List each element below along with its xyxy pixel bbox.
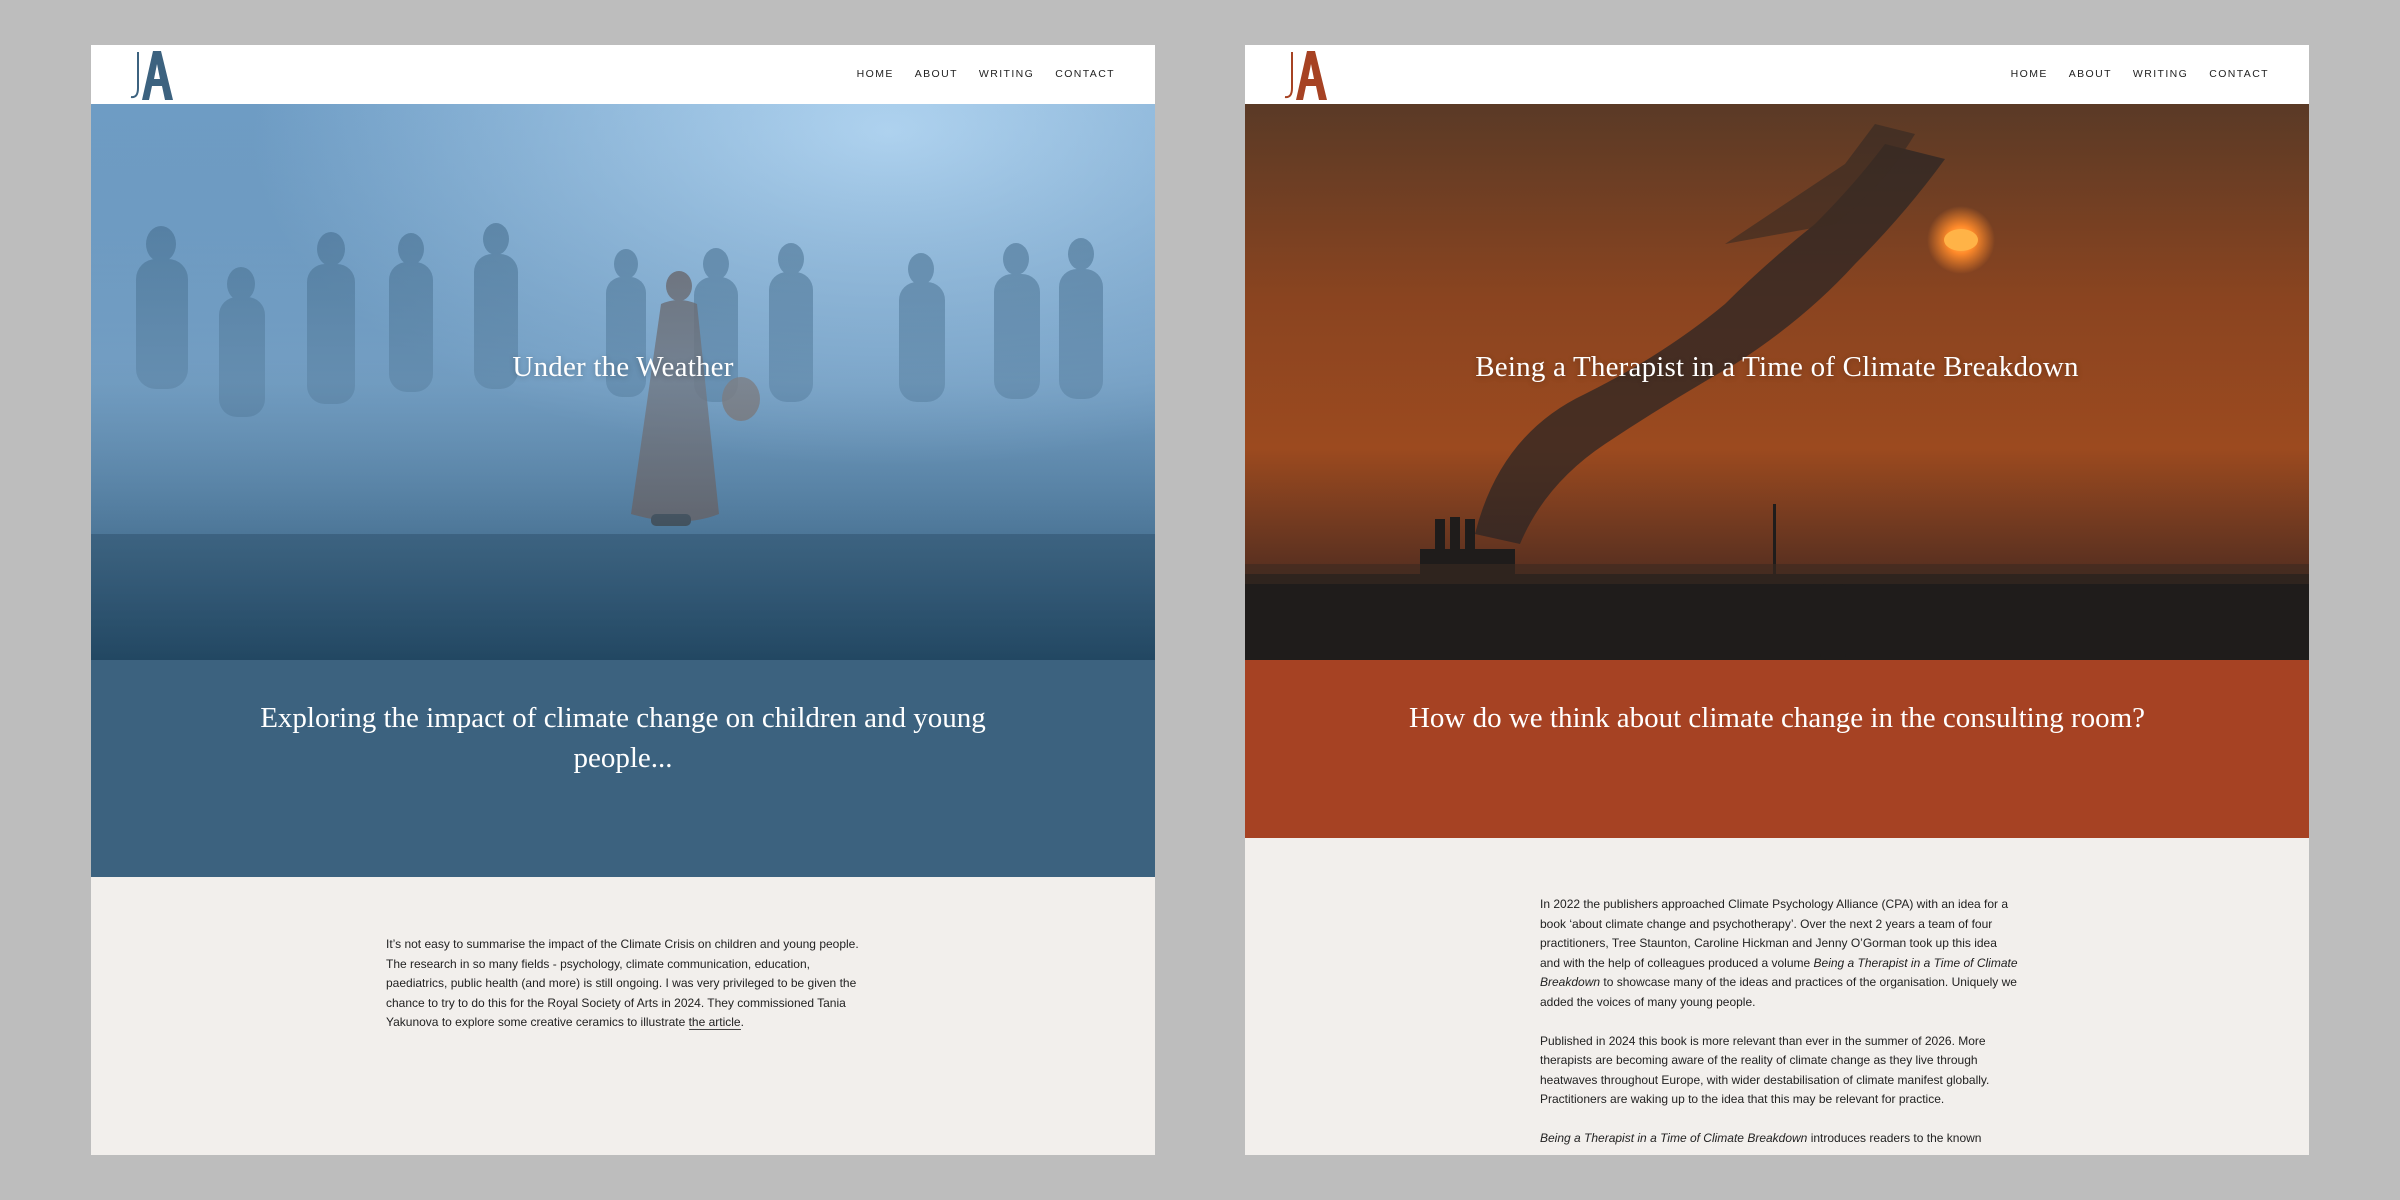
nav-about[interactable]: ABOUT: [915, 68, 958, 80]
hero-title: Under the Weather: [512, 350, 734, 383]
nav-writing[interactable]: WRITING: [2133, 68, 2188, 80]
article-paragraph: It’s not easy to summarise the impact of…: [386, 937, 859, 1030]
ja-logo[interactable]: [1283, 48, 1337, 100]
article-link[interactable]: the article: [688, 1015, 741, 1030]
book-title: Being a Therapist in a Time of Climate B…: [1540, 1131, 1808, 1145]
nav-contact[interactable]: CONTACT: [2209, 68, 2269, 80]
hero-image-smokestack: Being a Therapist in a Time of Climate B…: [1245, 104, 2309, 660]
article-paragraph-2: Published in 2024 this book is more rele…: [1540, 1033, 1990, 1107]
article-paragraph-1: In 2022 the publishers approached Climat…: [1540, 897, 2018, 1009]
nav-writing[interactable]: WRITING: [979, 68, 1034, 80]
website-preview-under-the-weather: HOME ABOUT WRITING CONTACT Under the Wea…: [91, 45, 1155, 1155]
intro-band: How do we think about climate change in …: [1245, 660, 2309, 838]
nav-about[interactable]: ABOUT: [2069, 68, 2112, 80]
nav-contact[interactable]: CONTACT: [1055, 68, 1115, 80]
intro-band-text: Exploring the impact of climate change o…: [260, 702, 986, 774]
website-preview-therapist-book: HOME ABOUT WRITING CONTACT Being a Thera…: [1245, 45, 2309, 1155]
site-header: HOME ABOUT WRITING CONTACT: [91, 45, 1155, 104]
site-header: HOME ABOUT WRITING CONTACT: [1245, 45, 2309, 104]
nav-home[interactable]: HOME: [857, 68, 894, 80]
nav-home[interactable]: HOME: [2011, 68, 2048, 80]
ja-logo[interactable]: [129, 48, 183, 100]
main-nav: HOME ABOUT WRITING CONTACT: [2011, 68, 2269, 80]
article-text: It’s not easy to summarise the impact of…: [386, 935, 866, 1052]
intro-band-text: How do we think about climate change in …: [1408, 702, 2146, 734]
hero-title: Being a Therapist in a Time of Climate B…: [1475, 350, 2079, 383]
hero-image-fog: Under the Weather: [91, 104, 1155, 660]
intro-band: Exploring the impact of climate change o…: [91, 660, 1155, 877]
article-paragraph-3: Being a Therapist in a Time of Climate B…: [1540, 1131, 1982, 1145]
article-text: In 2022 the publishers approached Climat…: [1540, 895, 2020, 1155]
main-nav: HOME ABOUT WRITING CONTACT: [857, 68, 1115, 80]
